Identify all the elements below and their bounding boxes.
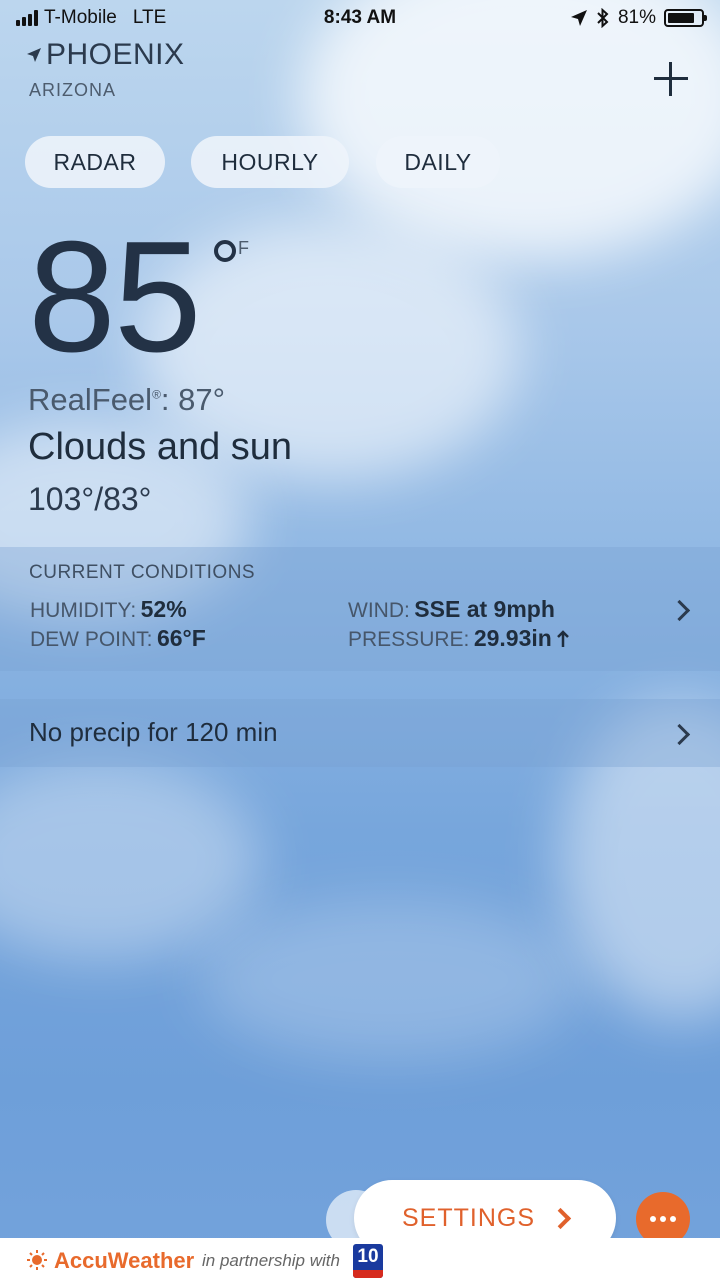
realfeel-temperature: RealFeel®: 87° <box>28 382 225 418</box>
battery-level <box>668 13 694 23</box>
dew-point-label: DEW POINT: <box>30 628 153 651</box>
brand-logo-text: AccuWeather <box>54 1248 195 1273</box>
humidity-value: 52% <box>140 596 187 622</box>
tab-hourly[interactable]: HOURLY <box>191 136 349 188</box>
pressure-row: PRESSURE: 29.93in <box>348 625 570 652</box>
location-arrow-icon <box>27 48 41 62</box>
state-name: ARIZONA <box>29 80 117 100</box>
tab-radar[interactable]: RADAR <box>25 136 165 188</box>
location-services-icon <box>570 10 587 26</box>
status-bar: T-Mobile LTE 8:43 AM 81% <box>0 0 720 38</box>
pressure-value: 29.93in <box>473 625 552 651</box>
dew-point-value: 66°F <box>156 625 206 651</box>
settings-label: SETTINGS <box>401 1203 535 1232</box>
battery-icon <box>664 9 707 27</box>
location-selector[interactable]: PHOENIX <box>26 38 185 72</box>
partner-text: in partnership with <box>202 1251 340 1270</box>
realfeel-value: : 87° <box>160 382 226 417</box>
realfeel-label: RealFeel <box>28 382 153 417</box>
pressure-label: PRESSURE: <box>348 628 470 651</box>
precip-forecast: No precip for 120 min <box>29 717 278 747</box>
degree-symbol <box>214 240 236 262</box>
bluetooth-icon <box>597 8 609 28</box>
tab-daily[interactable]: DAILY <box>376 136 500 188</box>
battery-percent: 81% <box>617 7 656 28</box>
accuweather-sun-icon <box>27 1250 47 1270</box>
current-temperature: 85 <box>28 209 202 385</box>
city-name: PHOENIX <box>46 38 185 71</box>
humidity-row: HUMIDITY: 52% <box>30 596 187 623</box>
chevron-right-icon <box>549 1207 572 1229</box>
temperature-unit: F <box>238 238 249 258</box>
partner-station-logo[interactable]: 10 <box>353 1244 383 1278</box>
add-location-button[interactable] <box>650 58 692 100</box>
current-conditions-title: CURRENT CONDITIONS <box>29 562 256 583</box>
high-low-temperature: 103°/83° <box>28 481 152 517</box>
wind-value: SSE at 9mph <box>414 596 555 622</box>
registered-mark: ® <box>152 387 161 402</box>
wind-row: WIND: SSE at 9mph <box>348 596 555 623</box>
humidity-label: HUMIDITY: <box>30 599 137 622</box>
ellipsis-icon <box>650 1216 656 1222</box>
weather-phrase: Clouds and sun <box>28 426 293 468</box>
partner-logo-number: 10 <box>357 1246 379 1267</box>
wind-label: WIND: <box>348 599 410 622</box>
dew-point-row: DEW POINT: 66°F <box>30 625 206 652</box>
arrow-up-icon <box>557 630 570 647</box>
